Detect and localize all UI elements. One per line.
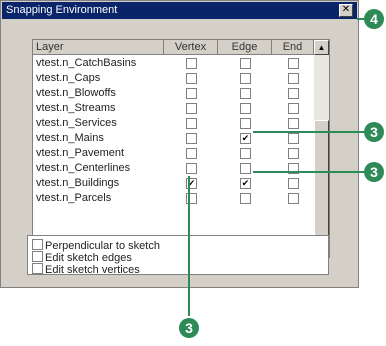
- layer-name: vtest.n_Mains: [36, 132, 104, 144]
- vertex-checkbox[interactable]: [186, 103, 197, 114]
- vertex-checkbox[interactable]: [186, 73, 197, 84]
- edge-checkbox[interactable]: [240, 193, 251, 204]
- end-checkbox[interactable]: [288, 58, 299, 69]
- window-titlebar: Snapping Environment ✕: [2, 2, 357, 19]
- layer-grid: Layer Vertex Edge End vtest.n_CatchBasin…: [32, 39, 330, 258]
- layer-row: vtest.n_Parcels: [33, 191, 314, 206]
- layer-name: vtest.n_Blowoffs: [36, 87, 116, 99]
- layer-name: vtest.n_Parcels: [36, 192, 112, 204]
- end-checkbox[interactable]: [288, 73, 299, 84]
- end-checkbox[interactable]: [288, 178, 299, 189]
- vertex-checkbox[interactable]: [186, 88, 197, 99]
- end-checkbox[interactable]: [288, 88, 299, 99]
- column-header-end[interactable]: End: [272, 40, 314, 55]
- layer-name: vtest.n_Pavement: [36, 147, 125, 159]
- edge-checkbox[interactable]: [240, 58, 251, 69]
- callout-badge: 3: [179, 318, 199, 338]
- layer-row: vtest.n_Services: [33, 116, 314, 131]
- vertical-scrollbar[interactable]: ▲ ▼: [314, 40, 329, 257]
- end-checkbox[interactable]: [288, 193, 299, 204]
- layer-row: vtest.n_Streams: [33, 101, 314, 116]
- end-checkbox[interactable]: [288, 133, 299, 144]
- layer-row: vtest.n_Mains ✔: [33, 131, 314, 146]
- scroll-up-button[interactable]: ▲: [314, 40, 329, 55]
- vertex-checkbox[interactable]: [186, 148, 197, 159]
- layer-row: vtest.n_CatchBasins: [33, 56, 314, 71]
- layer-name: vtest.n_Services: [36, 117, 117, 129]
- close-icon: ✕: [341, 4, 351, 15]
- vertex-checkbox[interactable]: [186, 133, 197, 144]
- edge-checkbox[interactable]: [240, 73, 251, 84]
- layer-row: vtest.n_Caps: [33, 71, 314, 86]
- layer-name: vtest.n_Centerlines: [36, 162, 131, 174]
- layer-row: vtest.n_Centerlines: [33, 161, 314, 176]
- layer-row: vtest.n_Pavement: [33, 146, 314, 161]
- option-label: Edit sketch vertices: [45, 264, 140, 276]
- window-title: Snapping Environment: [6, 4, 118, 16]
- column-header-edge[interactable]: Edge: [218, 40, 272, 55]
- end-checkbox[interactable]: [288, 148, 299, 159]
- callout-badge: 4: [364, 9, 384, 29]
- vertex-checkbox[interactable]: [186, 58, 197, 69]
- edge-checkbox[interactable]: [240, 103, 251, 114]
- option-checkbox[interactable]: [32, 251, 43, 262]
- edge-checkbox[interactable]: [240, 163, 251, 174]
- layer-row: vtest.n_Blowoffs: [33, 86, 314, 101]
- close-button[interactable]: ✕: [339, 4, 353, 17]
- edge-checkbox[interactable]: ✔: [240, 178, 251, 189]
- grid-header: Layer Vertex Edge End: [33, 40, 314, 55]
- scroll-thumb[interactable]: [314, 120, 329, 240]
- option-checkbox[interactable]: [32, 263, 43, 274]
- callout-line: [188, 176, 190, 316]
- option-edit-sketch-vertices[interactable]: Edit sketch vertices: [32, 262, 140, 276]
- layer-name: vtest.n_CatchBasins: [36, 57, 137, 69]
- vertex-checkbox[interactable]: [186, 163, 197, 174]
- options-panel: Perpendicular to sketch Edit sketch edge…: [27, 235, 329, 276]
- end-checkbox[interactable]: [288, 103, 299, 114]
- callout-line: [253, 171, 365, 173]
- scroll-up-icon: ▲: [317, 43, 326, 52]
- layer-name: vtest.n_Buildings: [36, 177, 120, 189]
- edge-checkbox[interactable]: ✔: [240, 133, 251, 144]
- callout-badge: 3: [364, 122, 384, 142]
- layer-name: vtest.n_Streams: [36, 102, 116, 114]
- snapping-environment-window: Snapping Environment ✕ Layer Vertex Edge…: [0, 0, 359, 288]
- edge-checkbox[interactable]: [240, 88, 251, 99]
- edge-checkbox[interactable]: [240, 118, 251, 129]
- layer-row: vtest.n_Buildings ✔ ✔: [33, 176, 314, 191]
- edge-checkbox[interactable]: [240, 148, 251, 159]
- column-header-layer[interactable]: Layer: [33, 40, 164, 55]
- callout-line: [253, 131, 365, 133]
- vertex-checkbox[interactable]: [186, 118, 197, 129]
- layer-name: vtest.n_Caps: [36, 72, 101, 84]
- column-header-vertex[interactable]: Vertex: [164, 40, 218, 55]
- option-checkbox[interactable]: [32, 239, 43, 250]
- end-checkbox[interactable]: [288, 118, 299, 129]
- callout-badge: 3: [364, 162, 384, 182]
